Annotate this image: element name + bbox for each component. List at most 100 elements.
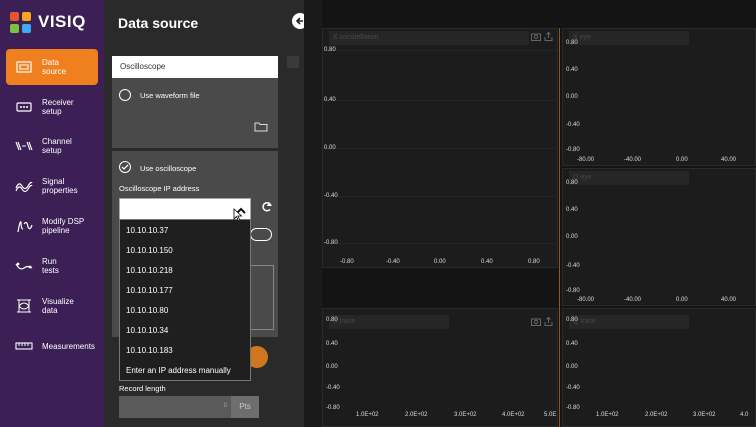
use-waveform-file-label: Use waveform file [140, 91, 200, 100]
y-tick: -0.80 [324, 240, 338, 246]
sidebar-item-channel-setup[interactable]: Channel setup [6, 128, 98, 164]
camera-icon[interactable] [531, 317, 541, 328]
y-tick: -0.40 [324, 193, 338, 199]
x-tick: 40.00 [721, 157, 737, 163]
y-tick: -0.40 [566, 122, 580, 128]
export-icon[interactable] [544, 316, 553, 328]
y-tick: 0.00 [326, 364, 338, 370]
x-tick: -80.00 [577, 297, 595, 303]
signal-icon [14, 178, 34, 194]
y-trace-plot[interactable]: Q trace 0.80 0.40 0.00 -0.40 -0.80 1.0E+… [562, 308, 756, 427]
y-tick: 0.00 [566, 234, 578, 240]
camera-icon[interactable] [531, 32, 541, 43]
record-length-value: 0 [223, 403, 227, 409]
x-tick: 40.00 [721, 297, 737, 303]
grid-line [323, 100, 557, 101]
settings-box [250, 265, 274, 330]
sidebar-item-run-tests[interactable]: Run tests [6, 248, 98, 284]
plot-gutter [304, 0, 322, 427]
ip-address-label: Oscilloscope IP address [119, 184, 200, 193]
x-tick: -40.00 [624, 297, 642, 303]
measurements-icon [14, 338, 34, 354]
sidebar-item-label: Signal properties [42, 177, 78, 195]
grid-line [323, 148, 557, 149]
x-tick: 2.0E+02 [645, 412, 668, 418]
x-eye-plot[interactable]: X eye 0.80 0.40 0.00 -0.40 -0.80 -80.00 … [562, 28, 756, 166]
splitter[interactable] [559, 28, 560, 427]
record-length-input[interactable]: 0 Pts [119, 396, 259, 418]
x-tick: 4.0 [740, 412, 749, 418]
x-tick: -0.40 [386, 259, 400, 265]
x-tick: 0.40 [481, 259, 493, 265]
sidebar-item-label: Channel setup [42, 137, 72, 155]
y-tick: 0.40 [324, 97, 336, 103]
y-tick: 0.00 [566, 94, 578, 100]
x-tick: 3.0E+02 [693, 412, 716, 418]
y-tick: 0.80 [566, 317, 578, 323]
export-icon[interactable] [544, 31, 553, 43]
x-tick: 0.00 [676, 157, 688, 163]
use-oscilloscope-label: Use oscilloscope [140, 164, 197, 173]
y-tick: -0.40 [566, 385, 580, 391]
dropdown-option[interactable]: 10.10.10.37 [120, 220, 250, 240]
dropdown-option[interactable]: 10.10.10.80 [120, 300, 250, 320]
use-oscilloscope-radio[interactable] [119, 161, 131, 173]
use-waveform-file-radio[interactable] [119, 89, 131, 101]
folder-icon[interactable] [254, 119, 268, 137]
sidebar-item-data-source[interactable]: Data source [6, 49, 98, 85]
plot-title: Q eye [569, 171, 689, 185]
y-eye-plot[interactable]: Q eye 0.80 0.40 0.00 -0.40 -0.80 -80.00 … [562, 168, 756, 306]
plot-title: X trace [329, 315, 449, 329]
grid-line [323, 196, 557, 197]
dropdown-option[interactable]: 10.10.10.177 [120, 280, 250, 300]
grid-line [323, 50, 557, 51]
scrollbar-thumb[interactable] [287, 56, 299, 68]
ip-address-dropdown: 10.10.10.37 10.10.10.150 10.10.10.218 10… [119, 219, 251, 381]
dropdown-option-manual[interactable]: Enter an IP address manually [120, 360, 250, 380]
sidebar-item-label: Receiver setup [42, 98, 74, 116]
sidebar: VISIQ Data source Receiver setup Channel… [0, 0, 104, 427]
x-trace-plot[interactable]: X trace 0.80 0.40 0.00 -0.40 -0.80 1.0E+… [322, 308, 558, 427]
dropdown-option[interactable]: 10.10.10.218 [120, 260, 250, 280]
refresh-icon[interactable] [261, 201, 273, 216]
x-tick: 0.80 [528, 259, 540, 265]
y-tick: 0.80 [566, 40, 578, 46]
channel-icon [14, 138, 34, 154]
toggle-switch[interactable] [250, 228, 272, 241]
x-tick: -80.00 [577, 157, 595, 163]
plot-title: Q trace [569, 315, 689, 329]
checkmark-icon [121, 164, 129, 170]
grid-line [323, 243, 557, 244]
x-tick: 0.00 [434, 259, 446, 265]
sidebar-item-label: Data source [42, 58, 67, 76]
ip-address-input[interactable] [119, 198, 251, 220]
y-tick: -0.80 [566, 147, 580, 153]
sidebar-item-measurements[interactable]: Measurements [6, 328, 98, 364]
constellation-plot[interactable]: X constellation 0.80 0.40 0.00 -0.40 -0.… [322, 28, 558, 268]
x-tick: 5.0E [544, 412, 557, 418]
logo-mark [10, 11, 31, 33]
dropdown-option[interactable]: 10.10.10.34 [120, 320, 250, 340]
run-icon [14, 258, 34, 274]
receiver-icon [14, 99, 34, 115]
x-tick: 4.0E+02 [502, 412, 525, 418]
sidebar-item-modify-dsp[interactable]: Modify DSP pipeline [6, 208, 98, 244]
dsp-icon [14, 218, 34, 234]
sidebar-item-label: Modify DSP pipeline [42, 217, 85, 235]
record-length-label: Record length [119, 384, 166, 393]
y-tick: -0.80 [566, 288, 580, 294]
y-tick: 0.40 [326, 341, 338, 347]
sidebar-item-label: Run tests [42, 257, 59, 275]
sidebar-item-receiver-setup[interactable]: Receiver setup [6, 89, 98, 125]
dropdown-option[interactable]: 10.10.10.183 [120, 340, 250, 360]
y-tick: 0.00 [566, 364, 578, 370]
sidebar-item-signal-properties[interactable]: Signal properties [6, 168, 98, 204]
sidebar-item-label: Measurements [42, 341, 95, 351]
y-tick: 0.40 [566, 67, 578, 73]
y-tick: -0.80 [326, 405, 340, 411]
waveform-file-card [112, 78, 278, 148]
app-logo: VISIQ [10, 10, 86, 34]
oscilloscope-section-header[interactable]: Oscilloscope [112, 56, 278, 78]
sidebar-item-visualize-data[interactable]: Visualize data [6, 288, 98, 324]
dropdown-option[interactable]: 10.10.10.150 [120, 240, 250, 260]
